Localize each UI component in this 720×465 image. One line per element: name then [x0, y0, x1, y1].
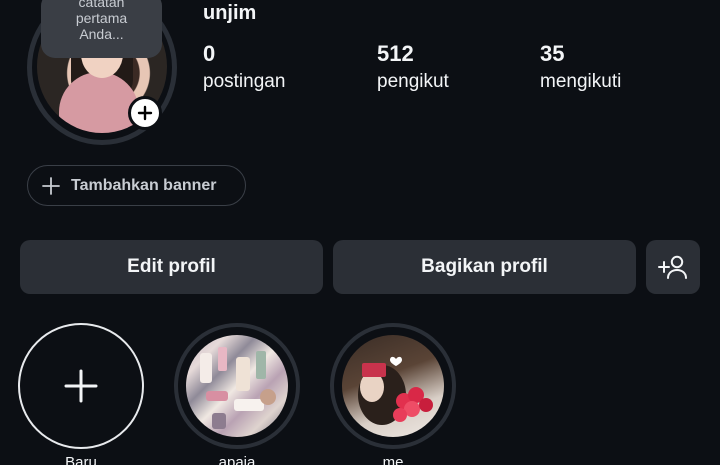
stat-posts[interactable]: 0 postingan: [203, 41, 285, 95]
highlight-cover: [186, 335, 288, 437]
stat-following[interactable]: 35 mengikuti: [540, 41, 621, 95]
note-line: catatan: [78, 0, 125, 10]
highlight-cover: [342, 335, 444, 437]
plus-icon: [137, 105, 153, 121]
stat-value: 512: [377, 41, 414, 66]
highlight-label: me: [382, 454, 404, 465]
stat-value: 0: [203, 41, 216, 66]
add-story-button[interactable]: [128, 96, 162, 130]
profile-screen: catatan pertama Anda... unjim 0 postinga…: [0, 0, 720, 465]
edit-profile-button[interactable]: Edit profil: [20, 240, 323, 294]
edit-profile-label: Edit profil: [127, 256, 216, 277]
new-highlight-button[interactable]: [18, 323, 144, 449]
plus-icon: [64, 369, 98, 403]
share-profile-button[interactable]: Bagikan profil: [333, 240, 636, 294]
add-person-icon: [658, 255, 687, 279]
note-line: pertama: [75, 10, 128, 26]
note-bubble[interactable]: catatan pertama Anda...: [41, 0, 162, 58]
plus-icon: [42, 176, 60, 195]
cosmetics-image: [200, 347, 276, 429]
stat-followers[interactable]: 512 pengikut: [377, 41, 449, 95]
flowers-image: [358, 356, 433, 425]
note-line: Anda...: [79, 26, 124, 42]
username: unjim: [203, 2, 257, 24]
add-banner-label: Tambahkan banner: [71, 176, 217, 194]
stat-value: 35: [540, 41, 565, 66]
add-banner-button[interactable]: Tambahkan banner: [27, 165, 246, 206]
highlight-label: Baru: [65, 454, 97, 465]
highlight-label: apaja: [218, 454, 256, 465]
stat-label: pengikut: [377, 71, 449, 92]
stat-label: postingan: [203, 71, 286, 92]
stat-label: mengikuti: [540, 71, 622, 92]
highlight-me[interactable]: [330, 323, 456, 449]
share-profile-label: Bagikan profil: [421, 256, 548, 277]
highlight-apaja[interactable]: [174, 323, 300, 449]
discover-people-button[interactable]: [646, 240, 700, 294]
